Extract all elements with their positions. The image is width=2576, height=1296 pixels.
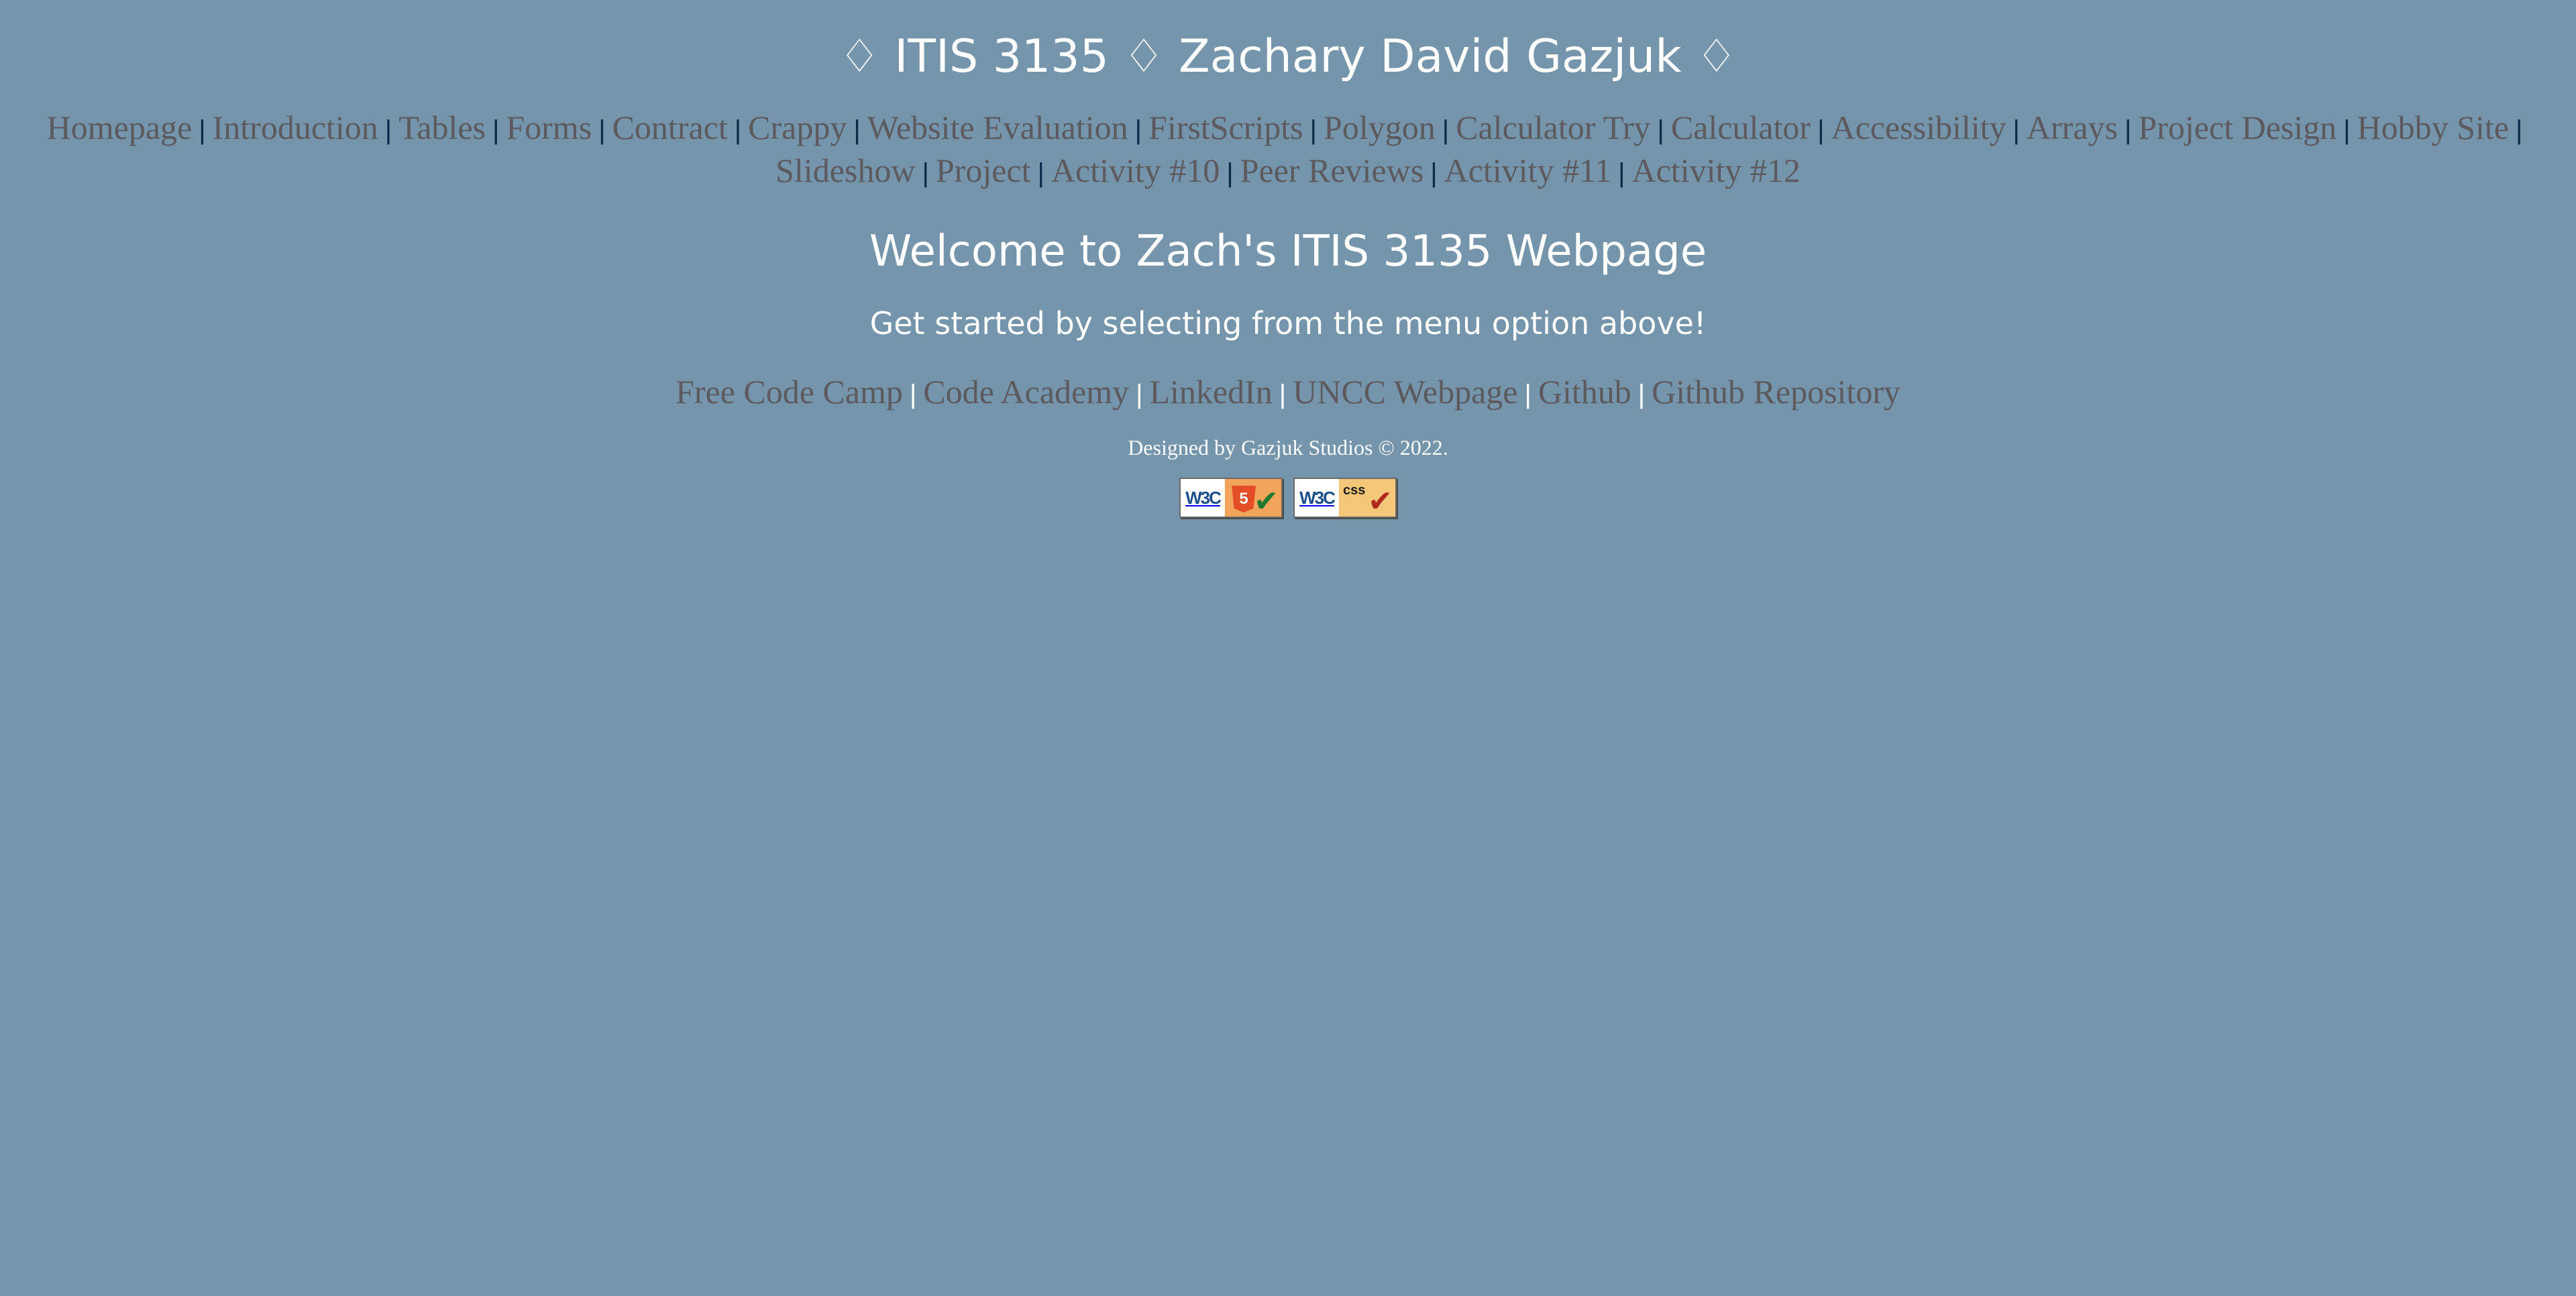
link-separator: | bbox=[1136, 380, 1143, 409]
nav-link-introduction[interactable]: Introduction bbox=[213, 109, 378, 146]
nav-link-homepage[interactable]: Homepage bbox=[47, 109, 193, 146]
nav-separator: | bbox=[1226, 158, 1234, 188]
w3c-logo: W3C bbox=[1181, 479, 1225, 517]
nav-separator: | bbox=[1309, 115, 1318, 145]
link-separator: | bbox=[1638, 380, 1646, 409]
nav-link-project-design[interactable]: Project Design bbox=[2138, 109, 2337, 146]
nav-link-contract[interactable]: Contract bbox=[612, 109, 728, 146]
nav-separator: | bbox=[1817, 115, 1825, 145]
nav-separator: | bbox=[1442, 115, 1450, 145]
nav-separator: | bbox=[853, 115, 861, 145]
nav-link-activity-12[interactable]: Activity #12 bbox=[1632, 152, 1801, 189]
nav-separator: | bbox=[734, 115, 742, 145]
nav-separator: | bbox=[1134, 115, 1142, 145]
link-separator: | bbox=[1524, 380, 1532, 409]
welcome-subtitle: Get started by selecting from the menu o… bbox=[869, 305, 1707, 341]
nav-link-crappy[interactable]: Crappy bbox=[748, 109, 847, 146]
html5-shield-icon: 5 bbox=[1232, 486, 1256, 512]
checkmark-icon: ✔ bbox=[1254, 484, 1279, 518]
nav-link-activity-11[interactable]: Activity #11 bbox=[1444, 152, 1612, 189]
welcome-heading: Welcome to Zach's ITIS 3135 Webpage bbox=[869, 227, 1707, 276]
nav-link-arrays[interactable]: Arrays bbox=[2027, 109, 2118, 146]
w3c-logo: W3C bbox=[1295, 479, 1339, 517]
nav-separator: | bbox=[922, 158, 929, 188]
nav-link-forms[interactable]: Forms bbox=[506, 109, 592, 146]
nav-link-project[interactable]: Project bbox=[936, 152, 1031, 189]
nav-separator: | bbox=[492, 115, 500, 145]
footer-text: Designed by Gazjuk Studios © 2022. bbox=[1128, 435, 1448, 460]
nav-separator: | bbox=[384, 115, 392, 145]
link-free-code-camp[interactable]: Free Code Camp bbox=[676, 373, 903, 411]
link-github-repository[interactable]: Github Repository bbox=[1652, 373, 1900, 411]
nav-link-hobby-site[interactable]: Hobby Site bbox=[2357, 109, 2509, 146]
nav-separator: | bbox=[2124, 115, 2132, 145]
link-code-academy[interactable]: Code Academy bbox=[923, 373, 1129, 411]
nav-link-firstscripts[interactable]: FirstScripts bbox=[1148, 109, 1303, 146]
w3c-css-validator-badge[interactable]: W3C css ✔ bbox=[1293, 478, 1397, 518]
nav-link-calculator-try[interactable]: Calculator Try bbox=[1456, 109, 1650, 146]
css-label: css bbox=[1343, 483, 1366, 498]
page-title: ♢ ITIS 3135 ♢ Zachary David Gazjuk ♢ bbox=[839, 30, 1737, 83]
external-links: Free Code Camp | Code Academy | LinkedIn | UNC… bbox=[0, 370, 2576, 416]
nav-separator: | bbox=[2515, 115, 2523, 145]
nav-separator: | bbox=[1618, 158, 1625, 188]
nav-separator: | bbox=[199, 115, 206, 145]
nav-link-accessibility[interactable]: Accessibility bbox=[1831, 109, 2006, 146]
nav-separator: | bbox=[1037, 158, 1044, 188]
html5-mark: 5 ✔ bbox=[1225, 479, 1281, 517]
nav-link-calculator[interactable]: Calculator bbox=[1671, 109, 1811, 146]
w3c-html-validator-badge[interactable]: W3C 5 ✔ bbox=[1179, 478, 1283, 518]
nav-link-slideshow[interactable]: Slideshow bbox=[775, 152, 915, 189]
link-linkedin[interactable]: LinkedIn bbox=[1150, 373, 1273, 411]
nav-link-polygon[interactable]: Polygon bbox=[1324, 109, 1436, 146]
link-separator: | bbox=[1279, 380, 1287, 409]
nav-separator: | bbox=[2012, 115, 2020, 145]
nav-link-website-evaluation[interactable]: Website Evaluation bbox=[867, 109, 1128, 146]
checkmark-icon: ✔ bbox=[1368, 484, 1393, 518]
css-mark: css ✔ bbox=[1339, 479, 1395, 517]
link-separator: | bbox=[909, 380, 917, 409]
nav-link-tables[interactable]: Tables bbox=[398, 109, 486, 146]
nav-separator: | bbox=[1657, 115, 1664, 145]
nav-link-activity-10[interactable]: Activity #10 bbox=[1051, 152, 1220, 189]
nav-link-peer-reviews[interactable]: Peer Reviews bbox=[1240, 152, 1424, 189]
nav-separator: | bbox=[598, 115, 606, 145]
validation-badges: W3C 5 ✔ W3C css ✔ bbox=[0, 478, 2576, 518]
main-nav: Homepage | Introduction | Tables | Forms | Contr… bbox=[27, 107, 2549, 193]
nav-separator: | bbox=[2343, 115, 2351, 145]
link-uncc-webpage[interactable]: UNCC Webpage bbox=[1293, 373, 1517, 411]
link-github[interactable]: Github bbox=[1538, 373, 1631, 411]
nav-separator: | bbox=[1430, 158, 1438, 188]
